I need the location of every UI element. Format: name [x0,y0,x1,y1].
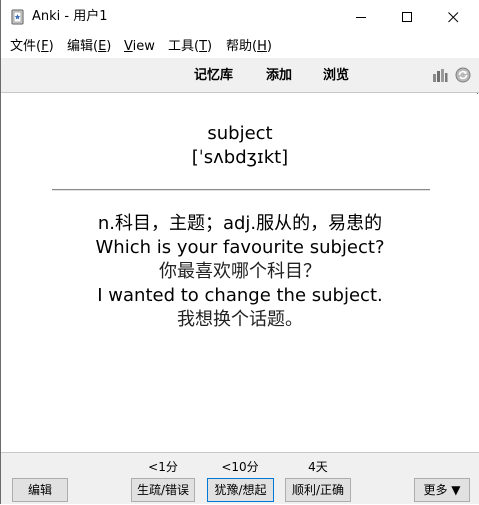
main-toolbar: 记忆库 添加 浏览 [1,58,479,93]
menu-tools-accel: T [199,39,208,54]
card-meaning: n.科目，主题；adj.服从的，易患的 [97,213,383,234]
menu-tools-end: ) [207,39,213,54]
menu-bar: 文件(F) 编辑(E) View 工具(T) 帮助(H) [1,34,479,58]
anki-app-icon [11,9,24,25]
hard-interval: <10分 [221,460,259,474]
edit-button[interactable]: 编辑 [12,478,68,502]
menu-file-end: ) [48,39,54,54]
close-icon [448,12,459,23]
card-example-2-translation: 我想换个话题。 [177,309,303,330]
menu-view-accel: V [124,39,133,54]
menu-help-accel: H [257,39,267,54]
hard-button[interactable]: 犹豫/想起 [207,478,274,502]
menu-file[interactable]: 文件(F) [10,39,54,55]
menu-edit-end: ) [106,39,112,54]
menu-view-label: iew [132,39,155,54]
add-link[interactable]: 添加 [266,68,292,84]
menu-view[interactable]: View [124,39,155,55]
minimize-button[interactable] [338,0,384,34]
decks-link[interactable]: 记忆库 [194,68,233,84]
card-example-1-translation: 你最喜欢哪个科目？ [159,261,321,282]
card-example-2: I wanted to change the subject. [97,285,383,306]
menu-edit[interactable]: 编辑(E) [67,39,111,55]
menu-help-label: 帮助( [226,39,258,54]
window-title: Anki - 用户1 [32,9,108,24]
close-button[interactable] [430,0,476,34]
maximize-icon [402,12,412,22]
card-phonetic: [ˈsʌbdʒɪkt] [191,147,289,168]
browse-link[interactable]: 浏览 [323,68,349,84]
maximize-button[interactable] [384,0,430,34]
menu-help-end: ) [266,39,272,54]
card-example-1: Which is your favourite subject? [95,237,385,258]
again-button[interactable]: 生疏/错误 [131,478,195,502]
more-button[interactable]: 更多 ▼ [414,478,470,502]
again-interval: <1分 [148,460,178,474]
answer-bar: <1分 <10分 4天 编辑 生疏/错误 犹豫/想起 顺利/正确 更多 ▼ [1,452,479,504]
title-bar[interactable]: Anki - 用户1 [1,0,479,34]
good-button[interactable]: 顺利/正确 [285,478,351,502]
anki-window: Anki - 用户1 文件(F) 编辑(E) View 工具(T) 帮助(H) … [0,0,479,504]
card-view: subject [ˈsʌbdʒɪkt] n.科目，主题；adj.服从的，易患的 … [1,94,479,452]
answer-divider [52,189,430,191]
card-word: subject [207,123,273,144]
stats-icon[interactable] [432,68,448,83]
minimize-icon [356,17,366,18]
menu-help[interactable]: 帮助(H) [226,39,272,55]
menu-file-label: 文件( [10,39,42,54]
menu-tools-label: 工具( [168,39,200,54]
menu-tools[interactable]: 工具(T) [168,39,212,55]
menu-edit-label: 编辑( [67,39,99,54]
menu-file-accel: F [41,39,49,54]
good-interval: 4天 [308,460,328,474]
sync-icon[interactable] [455,67,471,83]
